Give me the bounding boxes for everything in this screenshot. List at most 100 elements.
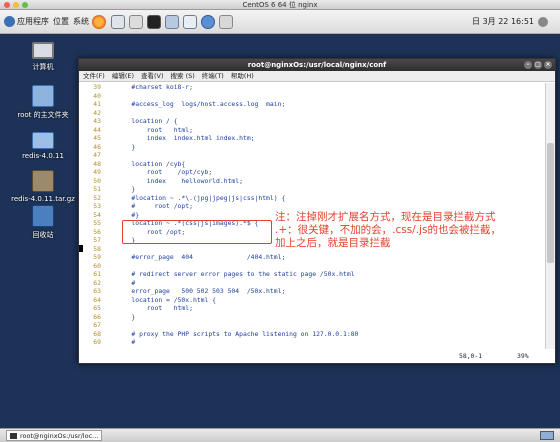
desktop-icon-redis-archive[interactable]: redis-4.0.11.tar.gz <box>8 170 78 203</box>
line-number: 59 <box>93 253 101 261</box>
code-line: 45 index index.html index.htm; <box>79 134 255 143</box>
code-line: 67 <box>79 321 116 330</box>
line-text: # proxy the PHP scripts to Apache listen… <box>116 329 359 338</box>
line-number: 41 <box>93 100 101 108</box>
code-line: 66 } <box>79 313 135 322</box>
code-line: 64 location = /50x.html { <box>79 296 216 305</box>
code-line: 49 root /opt/cyb; <box>79 168 212 177</box>
menu-places[interactable]: 位置 <box>53 10 69 34</box>
line-number: 67 <box>93 321 101 329</box>
menu-view[interactable]: 查看(V) <box>141 71 164 81</box>
line-text: # root /opt; <box>116 202 193 210</box>
terminal-menubar: 文件(F) 编辑(E) 查看(V) 搜索 (S) 终端(T) 帮助(H) <box>79 71 555 82</box>
desktop-icon-computer[interactable]: 计算机 <box>8 42 78 72</box>
code-line: 39 #charset koi8-r; <box>79 83 193 92</box>
code-line: 42 <box>79 109 116 118</box>
line-number: 69 <box>93 338 101 346</box>
maximize-icon[interactable]: □ <box>534 61 542 69</box>
code-line: 44 root html; <box>79 126 193 135</box>
menu-file[interactable]: 文件(F) <box>83 71 105 81</box>
folder-icon <box>32 132 54 149</box>
line-text: } <box>116 142 136 151</box>
code-line: 51 } <box>79 185 135 194</box>
text-editor-launcher-icon[interactable] <box>183 15 197 29</box>
code-line: 52 #location ~ .*\.(jpg|jpeg|js|css|html… <box>79 194 285 203</box>
desktop-icon-home[interactable]: root 的主文件夹 <box>8 85 78 120</box>
close-icon[interactable]: × <box>544 61 552 69</box>
desktop-icon-label: root 的主文件夹 <box>17 111 69 119</box>
computer-icon <box>32 42 54 59</box>
network-launcher-icon[interactable] <box>201 15 215 29</box>
email-launcher-icon[interactable] <box>111 15 125 29</box>
terminal-icon <box>10 433 17 439</box>
line-text: # <box>116 338 136 346</box>
menu-system[interactable]: 系统 <box>73 10 89 34</box>
apps-logo-icon[interactable] <box>4 16 15 27</box>
desktop-icon-label: 回收站 <box>32 231 54 239</box>
line-text: location = /50x.html { <box>116 295 217 304</box>
code-line: 69 # <box>79 338 135 347</box>
menu-edit[interactable]: 编辑(E) <box>112 71 134 81</box>
annotation-line: 加上之后，就是目录拦截 <box>275 237 391 249</box>
code-line: 63 error_page 500 502 503 504 /50x.html; <box>79 287 285 296</box>
desktop-icon-trash[interactable]: 回收站 <box>8 205 78 240</box>
archive-icon <box>32 170 54 192</box>
taskbar-terminal-button[interactable]: root@nginxOs:/usr/loc... <box>6 430 102 441</box>
line-text: # redirect server error pages to the sta… <box>116 270 355 278</box>
line-number: 50 <box>93 176 101 185</box>
code-line: 47 <box>79 151 116 160</box>
line-number: 46 <box>93 142 101 151</box>
code-line: 53 # root /opt; <box>79 202 193 211</box>
firefox-launcher-icon[interactable] <box>92 15 106 29</box>
menu-search[interactable]: 搜索 (S) <box>171 71 195 81</box>
volume-icon[interactable] <box>538 17 548 27</box>
document-launcher-icon[interactable] <box>129 15 143 29</box>
host-window-title: CentOS 6 64 位 nginx <box>242 1 318 9</box>
terminal-scrollbar[interactable] <box>545 83 555 349</box>
line-number: 47 <box>93 151 101 159</box>
terminal-titlebar[interactable]: root@nginxOs:/usr/local/nginx/conf – □ × <box>79 59 555 71</box>
code-line: 61 # redirect server error pages to the … <box>79 270 355 279</box>
minimize-icon[interactable]: – <box>524 61 532 69</box>
top-panel: 应用程序 位置 系统 日 3月 22 16:51 <box>0 10 560 34</box>
menu-applications[interactable]: 应用程序 <box>17 10 49 34</box>
line-text: index index.html index.htm; <box>116 134 255 142</box>
line-text: root html; <box>116 125 193 134</box>
line-text: root html; <box>116 304 193 312</box>
line-text: } <box>116 312 136 321</box>
host-window-titlebar: CentOS 6 64 位 nginx <box>0 0 560 10</box>
help-launcher-icon[interactable] <box>165 15 179 29</box>
menu-terminal[interactable]: 终端(T) <box>202 71 224 81</box>
annotation-highlight-box <box>122 220 272 244</box>
terminal-launcher-icon[interactable] <box>147 15 161 29</box>
line-number: 62 <box>93 278 101 287</box>
code-line: 58 <box>79 245 116 254</box>
line-number: 48 <box>93 159 101 168</box>
code-line: 60 <box>79 262 116 271</box>
line-text: # <box>116 278 136 287</box>
menu-help[interactable]: 帮助(H) <box>231 71 254 81</box>
screenshot-launcher-icon[interactable] <box>219 15 233 29</box>
line-text: root /opt/cyb; <box>116 168 213 176</box>
line-text: #} <box>116 210 140 219</box>
annotation-note: 注：注掉刚才扩展名方式，现在是目录拦截方式 .+：很关键，不加的会，.css/.… <box>275 211 540 250</box>
line-text: #access_log logs/host.access.log main; <box>116 100 286 108</box>
annotation-line: 注：注掉刚才扩展名方式，现在是目录拦截方式 <box>275 211 496 223</box>
panel-clock[interactable]: 日 3月 22 16:51 <box>472 10 534 34</box>
desktop-icon-label: 计算机 <box>32 63 54 71</box>
home-folder-icon <box>32 85 54 107</box>
line-text: index helloworld.html; <box>116 176 243 185</box>
line-number: 39 <box>93 83 101 91</box>
line-number: 63 <box>93 287 101 295</box>
scroll-percent: 39% <box>517 352 529 360</box>
line-number: 64 <box>93 295 101 304</box>
line-text: } <box>116 185 136 193</box>
workspace-switcher[interactable] <box>540 431 554 440</box>
desktop-icon-redis-folder[interactable]: redis-4.0.11 <box>8 132 78 160</box>
line-number: 51 <box>93 185 101 193</box>
code-line: 65 root html; <box>79 304 193 313</box>
scrollbar-thumb[interactable] <box>547 143 554 263</box>
code-line: 41 #access_log logs/host.access.log main… <box>79 100 285 109</box>
line-number: 53 <box>93 202 101 210</box>
line-number: 55 <box>93 219 101 227</box>
